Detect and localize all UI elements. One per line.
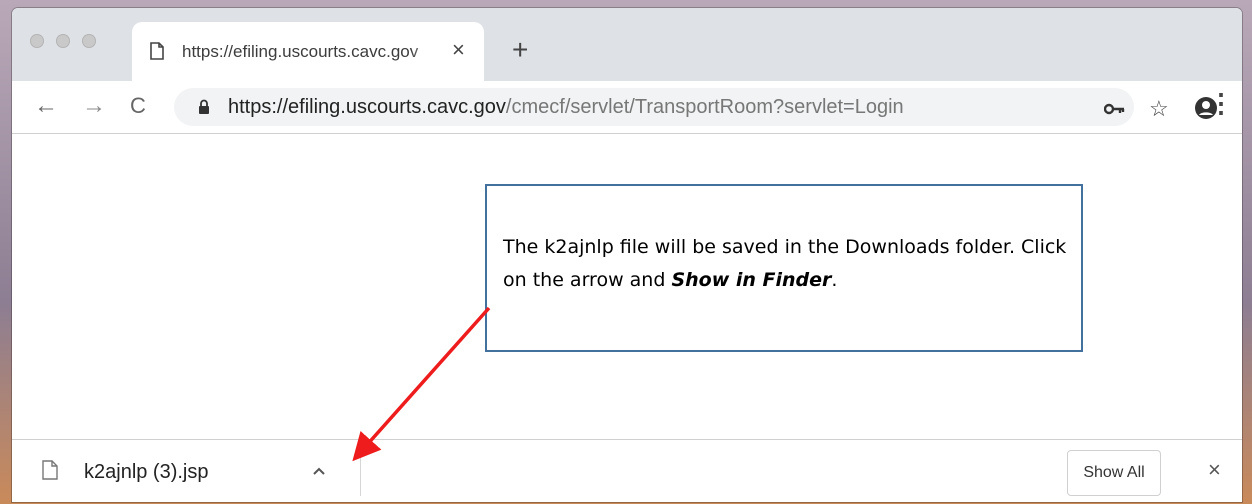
address-bar[interactable]: https://efiling.uscourts.cavc.gov/cmecf/… xyxy=(174,88,1217,126)
reload-button[interactable]: C xyxy=(130,91,146,121)
download-separator xyxy=(360,450,361,496)
tab-title: https://efiling.uscourts.cavc.gov xyxy=(182,42,419,61)
instruction-callout: The k2ajnlp file will be saved in the Do… xyxy=(485,184,1083,352)
download-bar: k2ajnlp (3).jsp Show All × xyxy=(12,439,1242,502)
url-path: /cmecf/servlet/TransportRoom?servlet=Log… xyxy=(505,96,904,118)
tab-close-icon[interactable]: × xyxy=(452,39,465,61)
key-icon[interactable] xyxy=(1103,96,1126,122)
callout-text-end: . xyxy=(831,269,838,291)
back-button[interactable]: ← xyxy=(34,91,58,121)
close-window-button[interactable] xyxy=(30,34,44,48)
menu-icon[interactable]: ⋮ xyxy=(1208,88,1234,118)
chevron-up-icon[interactable] xyxy=(312,460,326,481)
page-icon xyxy=(150,42,164,65)
tab-active[interactable]: https://efiling.uscourts.cavc.gov × xyxy=(132,22,484,82)
bookmark-star-icon[interactable]: ☆ xyxy=(1149,96,1169,122)
url-host: https://efiling.uscourts.cavc.gov xyxy=(228,96,506,118)
new-tab-button[interactable]: + xyxy=(512,36,528,64)
url-text[interactable]: https://efiling.uscourts.cavc.gov/cmecf/… xyxy=(228,96,904,119)
toolbar: ← → C https://efiling.uscourts.cavc.gov/… xyxy=(12,81,1242,134)
tab-strip: https://efiling.uscourts.cavc.gov × + xyxy=(12,8,1242,82)
browser-window: https://efiling.uscourts.cavc.gov × + ← … xyxy=(12,8,1242,502)
callout-emphasis: Show in Finder xyxy=(671,269,832,291)
download-file-name[interactable]: k2ajnlp (3).jsp xyxy=(84,461,209,484)
maximize-window-button[interactable] xyxy=(82,34,96,48)
show-all-button[interactable]: Show All xyxy=(1067,450,1161,496)
file-icon xyxy=(42,460,58,485)
minimize-window-button[interactable] xyxy=(56,34,70,48)
close-download-bar-icon[interactable]: × xyxy=(1208,458,1221,482)
lock-icon[interactable] xyxy=(198,99,210,120)
forward-button[interactable]: → xyxy=(82,91,106,121)
